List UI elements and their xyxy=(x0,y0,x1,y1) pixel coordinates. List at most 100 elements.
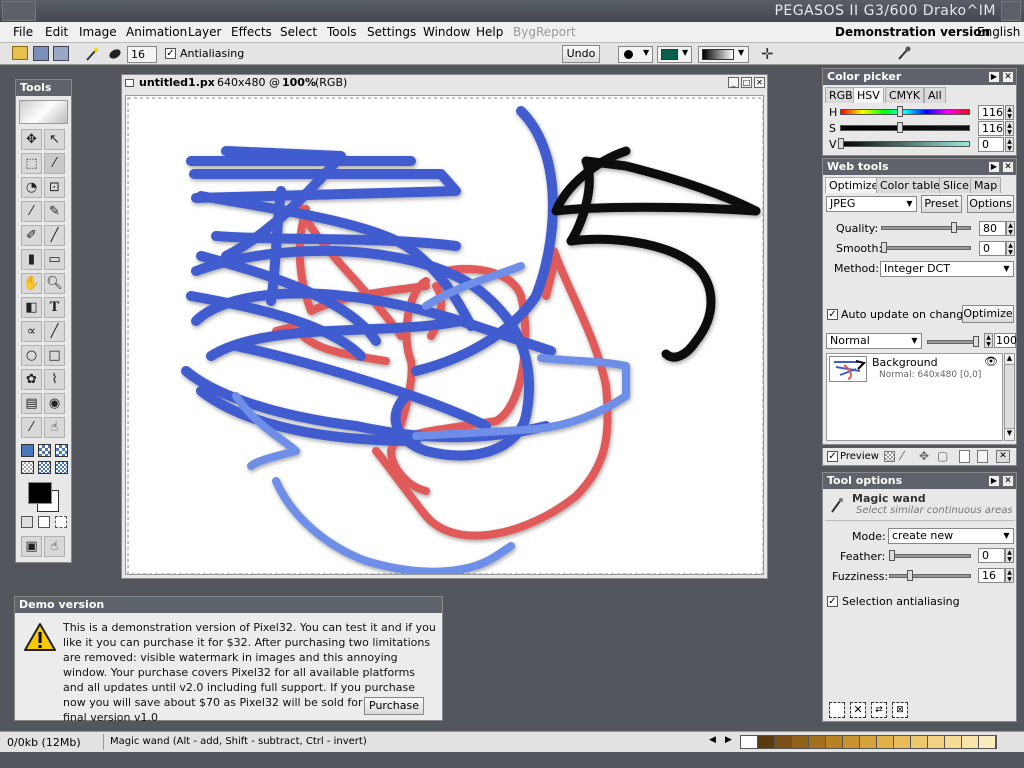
move-tool-icon[interactable]: ✥ xyxy=(21,129,42,150)
pencil-tool-icon[interactable]: ✎ xyxy=(44,201,65,222)
selection-mode-icon[interactable] xyxy=(55,516,67,528)
dither-icon[interactable] xyxy=(55,461,68,474)
crosshair-icon[interactable]: ✛ xyxy=(761,45,774,63)
layer-lock-icon[interactable]: ▢ xyxy=(937,449,948,463)
tab-map[interactable]: Map xyxy=(970,177,1002,193)
minimize-icon[interactable]: _ xyxy=(728,77,739,88)
smooth-slider-thumb[interactable] xyxy=(881,242,887,253)
palette-swatch[interactable] xyxy=(741,736,758,748)
layer-transparency-icon[interactable] xyxy=(884,451,895,462)
menu-bugreport[interactable]: BygReport xyxy=(513,22,576,43)
brush-size-input[interactable]: 16 xyxy=(127,46,157,63)
menu-image[interactable]: Image xyxy=(79,22,117,43)
value-slider[interactable] xyxy=(840,141,970,147)
palette-swatch[interactable] xyxy=(877,736,894,748)
feather-slider[interactable] xyxy=(889,554,971,558)
zoom-tool-icon[interactable]: 🔍︎ xyxy=(44,273,65,294)
line-tool-icon[interactable]: ╱ xyxy=(44,225,65,246)
close-icon[interactable]: ✕ xyxy=(1002,475,1014,487)
palette-swatch[interactable] xyxy=(979,736,996,748)
jump-to-icon[interactable]: ☝ xyxy=(44,536,65,557)
document-canvas[interactable] xyxy=(125,95,764,575)
quality-input[interactable]: 80 xyxy=(979,221,1006,236)
tab-color-table[interactable]: Color table xyxy=(876,177,945,193)
tab-optimize[interactable]: Optimize xyxy=(825,177,883,193)
optimize-button[interactable]: Optimize xyxy=(962,305,1014,323)
hue-slider[interactable] xyxy=(840,109,970,115)
eye-icon[interactable]: 👁︎ xyxy=(984,355,998,368)
menu-tools[interactable]: Tools xyxy=(327,22,357,43)
menu-window[interactable]: Window xyxy=(423,22,470,43)
brush-tool-icon[interactable]: ✐ xyxy=(21,225,42,246)
language-selector[interactable]: English xyxy=(977,22,1020,43)
v-spinner[interactable]: ▲ ▼ xyxy=(1005,137,1014,152)
s-value-input[interactable]: 116 xyxy=(978,121,1004,136)
feather-input[interactable]: 0 xyxy=(978,548,1005,563)
ellipse-tool-icon[interactable]: ○ xyxy=(21,345,42,366)
opacity-spinner[interactable]: ▲ ▼ xyxy=(984,333,993,348)
select-all-icon[interactable] xyxy=(829,702,845,718)
saturation-slider-thumb[interactable] xyxy=(897,122,903,133)
smooth-input[interactable]: 0 xyxy=(979,241,1006,256)
panel-menu-arrow-icon[interactable]: ▶ xyxy=(988,161,1000,173)
panel-menu-arrow-icon[interactable]: ▶ xyxy=(988,475,1000,487)
layer-list-scrollbar[interactable]: ▲ ▼ xyxy=(1004,353,1015,441)
quality-spinner[interactable]: ▲ ▼ xyxy=(1006,221,1015,236)
foreground-color-swatch[interactable] xyxy=(28,482,52,504)
maximize-icon[interactable]: □ xyxy=(741,77,752,88)
palette-scroll-left-icon[interactable]: ◀ xyxy=(709,735,716,745)
brush-shape-icon[interactable] xyxy=(107,47,123,61)
gradient-select[interactable]: ▼ xyxy=(698,46,749,63)
eyedropper-tool-icon[interactable]: ⁄ xyxy=(21,201,42,222)
stamp-tool-icon[interactable]: ▤ xyxy=(21,393,42,414)
menu-edit[interactable]: Edit xyxy=(45,22,68,43)
palette-swatch[interactable] xyxy=(928,736,945,748)
lasso-tool-icon[interactable]: ◔ xyxy=(21,177,42,198)
smooth-slider[interactable] xyxy=(881,246,971,250)
opacity-input[interactable]: 100 xyxy=(994,333,1017,348)
warp-tool-icon[interactable]: ⌇ xyxy=(44,369,65,390)
preview-checkbox[interactable]: ✓ xyxy=(827,451,838,462)
straight-line-tool-icon[interactable]: ╱ xyxy=(44,321,65,342)
hand-tool-icon[interactable]: ✋ xyxy=(21,273,42,294)
palette-swatch[interactable] xyxy=(945,736,962,748)
close-icon[interactable]: ✕ xyxy=(754,77,765,88)
tab-all[interactable]: All xyxy=(924,87,946,103)
layer-row[interactable]: Background Normal: 640x480 [0,0] 👁︎ xyxy=(827,354,1002,384)
menu-settings[interactable]: Settings xyxy=(367,22,416,43)
screen-mode-icon[interactable]: ▣ xyxy=(21,536,42,557)
document-title-bar[interactable]: untitled1.px 640x480 @ 100% (RGB) _ □ ✕ xyxy=(122,75,767,91)
rectangle-tool-icon[interactable]: □ xyxy=(44,345,65,366)
shape-tool-icon[interactable]: ✿ xyxy=(21,369,42,390)
open-folder-icon[interactable] xyxy=(12,46,28,60)
layer-brush-icon[interactable]: ⁄ xyxy=(901,449,903,463)
v-value-input[interactable]: 0 xyxy=(978,137,1004,152)
magic-wand-tool-icon[interactable]: ⁄ xyxy=(44,153,65,174)
antialiasing-checkbox[interactable]: ✓ xyxy=(165,48,176,59)
value-slider-thumb[interactable] xyxy=(838,138,844,149)
menu-effects[interactable]: Effects xyxy=(231,22,272,43)
hand-pointer-tool-icon[interactable]: ☝ xyxy=(44,417,65,438)
save-all-icon[interactable] xyxy=(53,46,69,61)
save-disk-icon[interactable] xyxy=(33,46,49,61)
grid-icon[interactable] xyxy=(21,461,34,474)
opacity-slider-thumb[interactable] xyxy=(973,336,979,347)
duplicate-layer-icon[interactable] xyxy=(977,450,988,463)
menu-layer[interactable]: Layer xyxy=(188,22,221,43)
smudge-tool-icon[interactable]: ⁄ xyxy=(21,417,42,438)
palette-swatch[interactable] xyxy=(809,736,826,748)
tab-rgb[interactable]: RGB xyxy=(825,87,857,103)
h-value-input[interactable]: 116 xyxy=(978,105,1004,120)
palette-swatch[interactable] xyxy=(758,736,775,748)
window-depth-icon[interactable] xyxy=(1001,1,1021,21)
fuzziness-slider[interactable] xyxy=(889,574,971,578)
swap-colors-icon[interactable] xyxy=(38,516,50,528)
preset-button[interactable]: Preset xyxy=(921,195,962,213)
window-menu-icon[interactable] xyxy=(2,1,36,21)
menu-help[interactable]: Help xyxy=(476,22,503,43)
hue-slider-thumb[interactable] xyxy=(897,106,903,117)
pointer-tool-icon[interactable]: ↖ xyxy=(44,129,65,150)
s-spinner[interactable]: ▲ ▼ xyxy=(1005,121,1014,136)
globe-tool-icon[interactable]: ◉ xyxy=(44,393,65,414)
fuzziness-input[interactable]: 16 xyxy=(978,568,1005,583)
